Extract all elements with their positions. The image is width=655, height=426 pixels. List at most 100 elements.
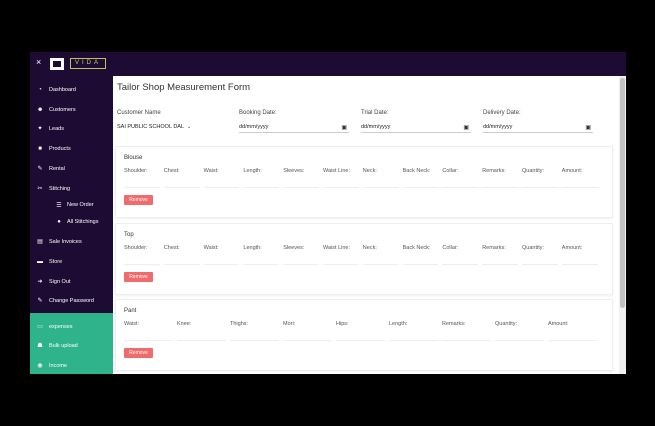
field-label: Back Neck: xyxy=(402,245,431,251)
measurement-input[interactable] xyxy=(203,187,240,188)
page-title: Tailor Shop Measurement Form xyxy=(117,82,251,93)
customer-name-label: Customer Name xyxy=(117,110,161,116)
remove-button[interactable]: Remove xyxy=(124,348,153,358)
delivery-date-label: Delivery Date: xyxy=(483,110,521,116)
customer-select[interactable]: SAI PUBLIC SCHOOL DAL ⌄ xyxy=(117,122,227,133)
calendar-icon[interactable]: ▣ xyxy=(341,123,347,133)
measurement-input[interactable] xyxy=(203,264,240,265)
delivery-date-input[interactable]: dd/mm/yyyy ▣ xyxy=(483,122,593,133)
measurement-input[interactable] xyxy=(283,264,319,265)
sidebar: ◔ Dashboard ☻ Customers ✦ Leads ■ Products ✎ Rent… xyxy=(30,76,113,374)
measurement-input[interactable] xyxy=(323,187,359,188)
field-label: Sleeves: xyxy=(283,245,305,251)
measurement-input[interactable] xyxy=(336,340,385,341)
remove-button[interactable]: Remove xyxy=(124,195,153,205)
field-label: Thighs: xyxy=(230,321,249,327)
calendar-icon[interactable]: ▣ xyxy=(463,123,469,133)
measurement-input[interactable] xyxy=(243,187,280,188)
measurement-input[interactable] xyxy=(522,264,558,265)
measurement-input[interactable] xyxy=(163,264,200,265)
sidebar-item-label: Sign Out xyxy=(49,279,71,285)
remove-button[interactable]: Remove xyxy=(124,272,153,282)
section-top: Top Shoulder: Chest: Waist: Length: Sleeves: W… xyxy=(115,223,613,295)
measurement-input[interactable] xyxy=(548,340,597,341)
field-label: Amount: xyxy=(561,245,583,251)
brand-logo: VIDA xyxy=(70,58,106,69)
measurement-input[interactable] xyxy=(283,187,319,188)
measurement-input[interactable] xyxy=(124,264,160,265)
field-label: Collar: xyxy=(442,168,459,174)
field-label: Knee: xyxy=(177,321,192,327)
measurement-input[interactable] xyxy=(442,187,479,188)
store-icon: ▬ xyxy=(37,259,43,265)
trial-date-input[interactable]: dd/mm/yyyy ▣ xyxy=(361,122,471,133)
scrollbar[interactable] xyxy=(619,76,626,374)
field-label: Waist: xyxy=(124,321,140,327)
sidebar-item-label: Rental xyxy=(49,166,65,172)
invoice-icon: ▤ xyxy=(37,239,43,245)
measurement-input[interactable] xyxy=(362,264,399,265)
field-label: Waist: xyxy=(203,168,219,174)
field-label: Amount: xyxy=(561,168,583,174)
scrollbar-thumb[interactable] xyxy=(620,78,625,308)
sidebar-item-customers[interactable]: ☻ Customers xyxy=(30,102,113,118)
app-window: × VIDA ◔ Dashboard ☻ Customers ✦ Leads ■ Produc… xyxy=(30,52,626,374)
key-icon: ✎ xyxy=(37,298,43,304)
field-label: Collar: xyxy=(442,245,459,251)
dashboard-icon: ◔ xyxy=(38,87,42,93)
measurement-input[interactable] xyxy=(561,264,598,265)
measurement-input[interactable] xyxy=(561,187,598,188)
measurement-input[interactable] xyxy=(243,264,280,265)
top-bar: × VIDA xyxy=(30,52,626,76)
dot-icon: ● xyxy=(57,219,61,225)
sidebar-item-products[interactable]: ■ Products xyxy=(30,141,113,157)
sidebar-item-sign-out[interactable]: ➜ Sign Out xyxy=(30,274,113,290)
measurement-input[interactable] xyxy=(522,187,558,188)
calendar-icon[interactable]: ▣ xyxy=(585,123,591,133)
measurement-input[interactable] xyxy=(124,187,160,188)
field-label: Neck: xyxy=(362,245,377,251)
sidebar-item-change-password[interactable]: ✎ Change Password xyxy=(30,293,113,309)
sidebar-subitem-new-order[interactable]: ☰ New Order xyxy=(56,199,93,211)
sidebar-item-income[interactable]: ◉ Income xyxy=(30,358,113,374)
booking-date-input[interactable]: dd/mm/yyyy ▣ xyxy=(239,122,349,133)
users-icon: ☻ xyxy=(37,107,44,113)
measurement-input[interactable] xyxy=(402,187,439,188)
measurement-input[interactable] xyxy=(177,340,226,341)
sidebar-item-label: Store xyxy=(49,259,63,265)
sidebar-item-sale-invoices[interactable]: ▤ Sale Invoices xyxy=(30,234,113,250)
measurement-input[interactable] xyxy=(389,340,438,341)
field-label: Neck: xyxy=(362,168,377,174)
measurement-input[interactable] xyxy=(402,264,439,265)
leads-icon: ✦ xyxy=(37,126,43,132)
measurement-input[interactable] xyxy=(163,187,200,188)
section-title: Top xyxy=(124,232,134,238)
field-label: Chest: xyxy=(163,245,180,251)
sidebar-subitem-all-stitchings[interactable]: ● All Stitchings xyxy=(56,216,98,228)
measurement-input[interactable] xyxy=(323,264,359,265)
measurement-input[interactable] xyxy=(283,340,332,341)
sidebar-item-expenses[interactable]: ▭ expenses xyxy=(30,319,113,335)
measurement-input[interactable] xyxy=(442,264,479,265)
measurement-input[interactable] xyxy=(442,340,491,341)
measurement-input[interactable] xyxy=(482,264,518,265)
sidebar-item-label: Customers xyxy=(49,107,76,113)
trial-date-placeholder: dd/mm/yyyy xyxy=(361,124,391,130)
sidebar-item-dashboard[interactable]: ◔ Dashboard xyxy=(30,82,113,98)
field-label: Length: xyxy=(243,168,262,174)
sidebar-item-rental[interactable]: ✎ Rental xyxy=(30,161,113,177)
field-label: Quantity: xyxy=(522,245,545,251)
field-label: Waist: xyxy=(203,245,219,251)
sidebar-item-leads[interactable]: ✦ Leads xyxy=(30,121,113,137)
measurement-input[interactable] xyxy=(495,340,544,341)
sidebar-item-stitching[interactable]: ✂ Stitching xyxy=(30,181,113,197)
sidebar-item-bulk-upload[interactable]: ☗ Bulk upload xyxy=(30,338,113,354)
close-icon[interactable]: × xyxy=(36,57,41,67)
measurement-input[interactable] xyxy=(124,340,173,341)
delivery-date-placeholder: dd/mm/yyyy xyxy=(483,124,513,130)
measurement-input[interactable] xyxy=(230,340,279,341)
measurement-input[interactable] xyxy=(362,187,399,188)
measurement-input[interactable] xyxy=(482,187,518,188)
sidebar-item-store[interactable]: ▬ Store xyxy=(30,254,113,270)
section-pant: Pant Waist: Knee: Thighs: Mori: Hips: Length: R… xyxy=(115,299,613,371)
